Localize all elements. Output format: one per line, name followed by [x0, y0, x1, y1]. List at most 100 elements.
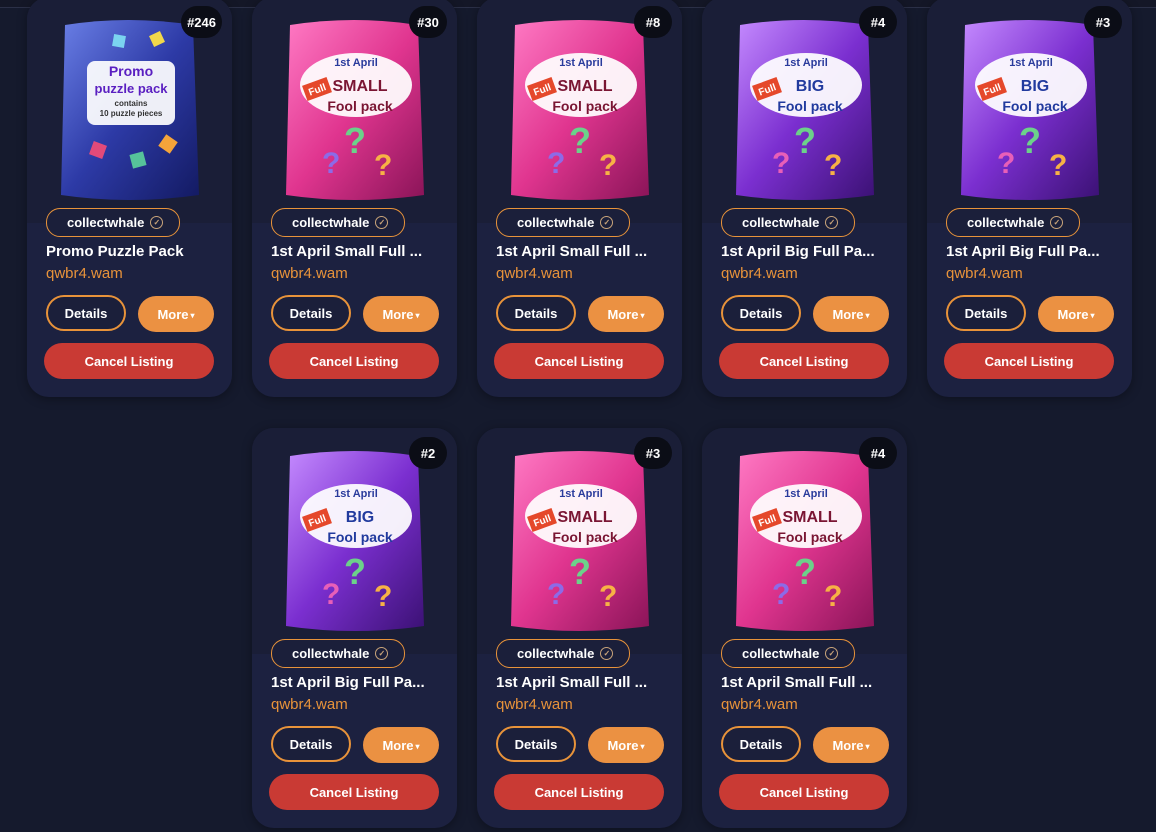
- promo-pack-image: Promo puzzle pack contains 10 puzzle pie…: [61, 20, 199, 200]
- owner-account[interactable]: qwbr4.wam: [721, 265, 798, 282]
- pack-text: BIG: [346, 509, 374, 526]
- pack-text: 1st April: [334, 488, 378, 500]
- collection-badge[interactable]: collectwhale ✓: [271, 639, 406, 668]
- small-pack-image: 1st April SMALL Full Fool pack ? ? ?: [736, 451, 874, 631]
- svg-text:?: ?: [772, 578, 790, 611]
- big-pack-image: 1st April BIG Full Fool pack ? ? ?: [286, 451, 424, 631]
- cancel-listing-button[interactable]: Cancel Listing: [44, 343, 214, 379]
- collection-name: collectwhale: [292, 646, 370, 661]
- collection-badge[interactable]: collectwhale ✓: [271, 208, 406, 237]
- pack-text: Fool pack: [552, 98, 618, 114]
- details-button[interactable]: Details: [721, 726, 801, 762]
- card-title: 1st April Small Full ...: [721, 674, 873, 691]
- details-button[interactable]: Details: [271, 295, 351, 331]
- chevron-down-icon: ▾: [190, 310, 195, 320]
- owner-account[interactable]: qwbr4.wam: [721, 696, 798, 713]
- card-title: 1st April Small Full ...: [271, 243, 423, 260]
- cancel-listing-button[interactable]: Cancel Listing: [944, 343, 1114, 379]
- verified-icon: ✓: [150, 216, 164, 229]
- more-button[interactable]: More ▾: [1038, 296, 1114, 332]
- card-media[interactable]: 1st April BIG Full Fool pack ? ? ? #2: [252, 428, 457, 654]
- collection-badge[interactable]: collectwhale ✓: [46, 208, 181, 237]
- nft-card[interactable]: 1st April BIG Full Fool pack ? ? ? #3 co…: [927, 0, 1132, 397]
- details-button[interactable]: Details: [946, 295, 1026, 331]
- chevron-down-icon: ▾: [640, 741, 645, 751]
- cancel-listing-button[interactable]: Cancel Listing: [719, 774, 889, 810]
- pack-text: puzzle pack: [95, 81, 169, 96]
- pack-text: 1st April: [784, 57, 828, 69]
- details-button[interactable]: Details: [496, 726, 576, 762]
- verified-icon: ✓: [375, 216, 389, 229]
- more-label: More: [382, 306, 414, 322]
- svg-text:?: ?: [997, 147, 1015, 180]
- card-title: 1st April Small Full ...: [496, 674, 648, 691]
- owner-account[interactable]: qwbr4.wam: [271, 265, 348, 282]
- owner-account[interactable]: qwbr4.wam: [946, 265, 1023, 282]
- pack-text: SMALL: [557, 509, 612, 526]
- card-media[interactable]: 1st April SMALL Full Fool pack ? ? ? #4: [702, 428, 907, 654]
- pack-text: contains: [115, 99, 148, 108]
- collection-badge[interactable]: collectwhale ✓: [496, 208, 631, 237]
- pack-text: Fool pack: [327, 529, 393, 545]
- card-media[interactable]: Promo puzzle pack contains 10 puzzle pie…: [27, 0, 232, 223]
- card-title: 1st April Big Full Pa...: [721, 243, 875, 260]
- cancel-listing-button[interactable]: Cancel Listing: [269, 774, 439, 810]
- cancel-listing-button[interactable]: Cancel Listing: [494, 343, 664, 379]
- owner-account[interactable]: qwbr4.wam: [46, 265, 123, 282]
- owner-account[interactable]: qwbr4.wam: [271, 696, 348, 713]
- more-button[interactable]: More ▾: [363, 727, 439, 763]
- nft-card[interactable]: 1st April SMALL Full Fool pack ? ? ? #30…: [252, 0, 457, 397]
- collection-badge[interactable]: collectwhale ✓: [946, 208, 1081, 237]
- card-media[interactable]: 1st April SMALL Full Fool pack ? ? ? #30: [252, 0, 457, 223]
- details-button[interactable]: Details: [271, 726, 351, 762]
- svg-text:?: ?: [599, 149, 617, 182]
- svg-text:?: ?: [794, 120, 816, 161]
- cancel-listing-button[interactable]: Cancel Listing: [719, 343, 889, 379]
- pack-text: SMALL: [557, 78, 612, 95]
- more-button[interactable]: More ▾: [363, 296, 439, 332]
- cancel-listing-button[interactable]: Cancel Listing: [494, 774, 664, 810]
- pack-text: Fool pack: [552, 529, 618, 545]
- nft-card[interactable]: 1st April SMALL Full Fool pack ? ? ? #3 …: [477, 428, 682, 828]
- details-button[interactable]: Details: [721, 295, 801, 331]
- card-media[interactable]: 1st April BIG Full Fool pack ? ? ? #3: [927, 0, 1132, 223]
- big-pack-image: 1st April BIG Full Fool pack ? ? ?: [961, 20, 1099, 200]
- owner-account[interactable]: qwbr4.wam: [496, 265, 573, 282]
- collection-name: collectwhale: [67, 215, 145, 230]
- verified-icon: ✓: [1050, 216, 1064, 229]
- details-button[interactable]: Details: [46, 295, 126, 331]
- card-title: 1st April Big Full Pa...: [271, 674, 425, 691]
- more-label: More: [157, 306, 189, 322]
- svg-text:?: ?: [322, 147, 340, 180]
- more-button[interactable]: More ▾: [588, 727, 664, 763]
- nft-card[interactable]: 1st April BIG Full Fool pack ? ? ? #2 co…: [252, 428, 457, 828]
- more-button[interactable]: More ▾: [813, 296, 889, 332]
- cancel-listing-button[interactable]: Cancel Listing: [269, 343, 439, 379]
- pack-text: 1st April: [559, 488, 603, 500]
- svg-text:?: ?: [824, 149, 842, 182]
- chevron-down-icon: ▾: [865, 310, 870, 320]
- card-media[interactable]: 1st April SMALL Full Fool pack ? ? ? #3: [477, 428, 682, 654]
- more-button[interactable]: More ▾: [813, 727, 889, 763]
- owner-account[interactable]: qwbr4.wam: [496, 696, 573, 713]
- nft-card[interactable]: 1st April SMALL Full Fool pack ? ? ? #8 …: [477, 0, 682, 397]
- collection-badge[interactable]: collectwhale ✓: [721, 208, 856, 237]
- card-media[interactable]: 1st April SMALL Full Fool pack ? ? ? #8: [477, 0, 682, 223]
- nft-card[interactable]: Promo puzzle pack contains 10 puzzle pie…: [27, 0, 232, 397]
- nft-card[interactable]: 1st April SMALL Full Fool pack ? ? ? #4 …: [702, 428, 907, 828]
- details-button[interactable]: Details: [496, 295, 576, 331]
- small-pack-image: 1st April SMALL Full Fool pack ? ? ?: [511, 20, 649, 200]
- card-title: 1st April Small Full ...: [496, 243, 648, 260]
- collection-badge[interactable]: collectwhale ✓: [721, 639, 856, 668]
- collection-name: collectwhale: [742, 646, 820, 661]
- mint-number-badge: #8: [634, 6, 672, 38]
- nft-card[interactable]: 1st April BIG Full Fool pack ? ? ? #4 co…: [702, 0, 907, 397]
- chevron-down-icon: ▾: [415, 741, 420, 751]
- card-media[interactable]: 1st April BIG Full Fool pack ? ? ? #4: [702, 0, 907, 223]
- mint-number-badge: #2: [409, 437, 447, 469]
- more-button[interactable]: More ▾: [588, 296, 664, 332]
- collection-badge[interactable]: collectwhale ✓: [496, 639, 631, 668]
- more-button[interactable]: More ▾: [138, 296, 214, 332]
- pack-text: Fool pack: [1002, 98, 1068, 114]
- more-label: More: [382, 737, 414, 753]
